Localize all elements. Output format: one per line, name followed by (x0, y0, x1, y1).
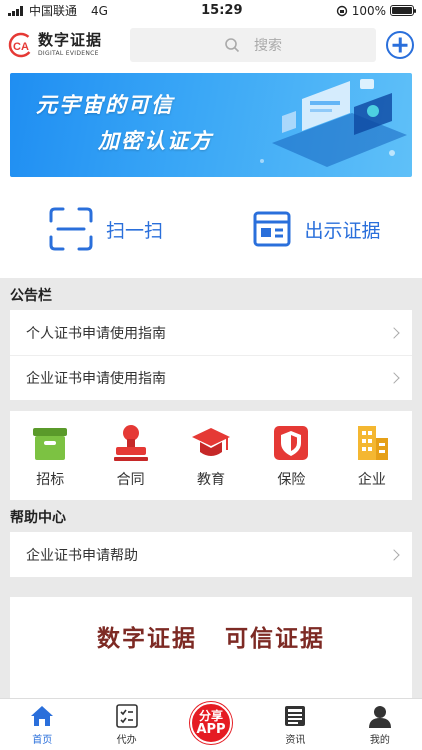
carrier-label: 中国联通 (29, 4, 78, 18)
logo-subtitle: DIGITAL EVIDENCE (38, 50, 99, 57)
help-list: 企业证书申请帮助 (10, 532, 412, 577)
network-label: 4G (91, 3, 108, 18)
scan-label: 扫一扫 (105, 219, 163, 242)
logo-title: 数字证据 (38, 31, 103, 49)
logo-text: 数字证据 DIGITAL EVIDENCE (38, 33, 102, 57)
battery-fill (392, 7, 412, 14)
banner-line-2: 加密认证方 (98, 129, 213, 153)
search-icon (225, 38, 240, 53)
orientation-lock-icon (336, 5, 347, 16)
svg-text:CA: CA (13, 41, 29, 53)
category-education[interactable]: 教育 (171, 422, 251, 489)
building-icon (357, 426, 388, 460)
share-line-1: 分享 (199, 709, 224, 723)
category-contract[interactable]: 合同 (90, 422, 170, 489)
category-insurance[interactable]: 保险 (251, 422, 331, 489)
ca-logo-icon: CA (8, 32, 34, 58)
signal-icon (8, 5, 23, 16)
category-label: 招标 (36, 472, 65, 488)
show-evidence-button[interactable]: 出示证据 (211, 209, 422, 249)
add-button[interactable] (386, 31, 414, 59)
category-enterprise[interactable]: 企业 (332, 422, 412, 489)
stamp-icon (113, 425, 148, 461)
notice-title: 公告栏 (10, 288, 52, 304)
quick-actions: 扫一扫 出示证据 (0, 180, 422, 278)
tab-news[interactable]: 资讯 (253, 699, 337, 750)
scan-button[interactable]: 扫一扫 (0, 206, 211, 252)
home-icon (31, 706, 54, 726)
list-item-label: 个人证书申请使用指南 (26, 325, 166, 342)
help-title: 帮助中心 (10, 510, 66, 526)
chevron-right-icon (388, 372, 400, 384)
graduation-cap-icon (192, 428, 231, 456)
banner-line-1: 元宇宙的可信 (36, 93, 174, 117)
tab-todo[interactable]: 代办 (84, 699, 168, 750)
tab-label: 资讯 (285, 735, 306, 746)
tab-label: 首页 (32, 735, 53, 746)
promo-title-right: 可信证据 (225, 626, 325, 652)
category-grid: 招标 合同 教育 保险 企业 (10, 411, 412, 500)
share-line-2: APP (196, 722, 226, 737)
todo-list-icon (115, 704, 138, 728)
tab-home[interactable]: 首页 (0, 699, 84, 750)
tab-label: 代办 (116, 735, 137, 746)
promo-title-left: 数字证据 (97, 626, 197, 652)
status-left: 中国联通 4G (8, 2, 108, 19)
promo-title: 数字证据 可信证据 (10, 619, 412, 653)
search-input[interactable]: 搜索 (130, 28, 376, 62)
banner-illustration (260, 79, 407, 167)
category-bidding[interactable]: 招标 (10, 422, 90, 489)
battery-icon (390, 5, 416, 16)
tab-label: 我的 (369, 735, 390, 746)
evidence-card-icon (253, 211, 291, 247)
category-label: 教育 (197, 472, 226, 488)
tab-profile[interactable]: 我的 (338, 699, 422, 750)
battery-percent: 100% (351, 3, 386, 18)
scan-icon (49, 207, 93, 251)
news-icon (285, 706, 306, 726)
app-header: CA 数字证据 DIGITAL EVIDENCE 搜索 (0, 21, 422, 69)
chevron-right-icon (388, 548, 400, 561)
category-label: 合同 (116, 472, 145, 488)
bottom-tab-bar: 首页 代办 分享 APP 资讯 我的 (0, 698, 422, 750)
status-time: 15:29 (201, 3, 243, 18)
help-item-enterprise[interactable]: 企业证书申请帮助 (10, 532, 412, 577)
list-item-label: 企业证书申请使用指南 (26, 371, 166, 387)
app-screen: 中国联通 4G 15:29 100% CA 数字证据 DIGITAL EVIDE… (0, 0, 422, 750)
user-icon (368, 706, 391, 728)
search-placeholder: 搜索 (254, 38, 282, 54)
notice-item-enterprise-guide[interactable]: 企业证书申请使用指南 (10, 355, 412, 400)
banner-container: 元宇宙的可信 加密认证方 (0, 69, 422, 180)
shield-icon (274, 426, 309, 460)
share-app-icon: 分享 APP (190, 702, 233, 744)
status-bar: 中国联通 4G 15:29 100% (0, 0, 422, 21)
show-evidence-label: 出示证据 (304, 219, 381, 242)
category-label: 保险 (277, 472, 306, 488)
category-label: 企业 (357, 472, 386, 488)
app-logo: CA 数字证据 DIGITAL EVIDENCE (8, 32, 126, 58)
bidding-box-icon (33, 428, 68, 460)
tab-share-app[interactable]: 分享 APP (169, 699, 253, 750)
list-item-label: 企业证书申请帮助 (26, 547, 138, 564)
notice-list: 个人证书申请使用指南 企业证书申请使用指南 (10, 310, 412, 400)
notice-item-personal-guide[interactable]: 个人证书申请使用指南 (10, 310, 412, 355)
promo-banner[interactable]: 元宇宙的可信 加密认证方 (10, 73, 412, 177)
status-right: 100% (336, 3, 416, 18)
chevron-right-icon (388, 326, 400, 339)
